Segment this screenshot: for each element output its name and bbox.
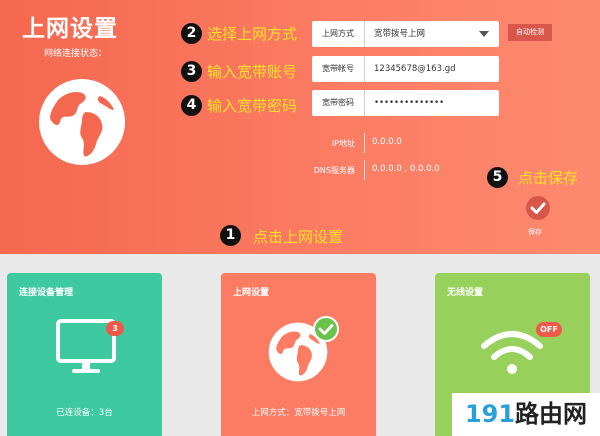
password-label: 宽带密码: [312, 90, 365, 116]
step-2-text: 选择上网方式: [207, 25, 298, 43]
password-value: ••••••••••••••: [374, 98, 445, 108]
step-1-marker: 1: [220, 225, 241, 246]
card-title: 连接设备管理: [19, 288, 74, 298]
check-icon: [530, 202, 546, 214]
account-label: 宽带帐号: [312, 56, 365, 82]
ip-label: IP地址: [331, 139, 355, 148]
check-icon: [313, 316, 339, 346]
chevron-down-icon: [479, 31, 489, 37]
watermark-number: 191: [464, 400, 516, 428]
step-1-text: 点击上网设置: [253, 228, 344, 246]
site-watermark: 191路由网: [452, 393, 600, 436]
ip-value: 0.0.0.0: [372, 137, 402, 147]
save-button[interactable]: [526, 196, 550, 220]
step-2-marker: 2: [181, 23, 202, 44]
dns-divider: [364, 160, 365, 180]
card-footer: 已连设备：3台: [56, 408, 113, 418]
save-label: 保存: [528, 228, 542, 236]
watermark-text: 路由网: [515, 400, 588, 428]
card-title: 无线设置: [447, 288, 484, 298]
step-5-marker: 5: [487, 167, 508, 188]
mode-select[interactable]: 上网方式 宽带拨号上网: [312, 21, 499, 47]
step-4-marker: 4: [181, 95, 202, 116]
internet-settings-panel: 上网设置 网络连接状态： 2 选择上网方式 上网方式 宽带拨号上网 自动检测 3…: [0, 0, 600, 254]
card-internet-settings[interactable]: 上网设置 上网方式：宽带拨号上网: [221, 273, 376, 436]
dns-value: 0.0.0.0 , 0.0.0.0: [372, 164, 440, 174]
globe-icon: [38, 78, 126, 170]
dns-label: DNS服务器: [313, 166, 355, 175]
mode-label: 上网方式: [312, 21, 365, 47]
account-value: 12345678@163.gd: [374, 64, 456, 74]
ip-divider: [364, 133, 365, 153]
card-title: 上网设置: [233, 288, 270, 298]
account-field[interactable]: 宽带帐号 12345678@163.gd: [312, 56, 499, 82]
card-footer: 上网方式：宽带拨号上网: [251, 408, 346, 418]
page-title: 上网设置: [22, 16, 118, 42]
network-status-label: 网络连接状态：: [44, 49, 108, 59]
step-5-text: 点击保存: [518, 169, 579, 187]
auto-detect-button[interactable]: 自动检测: [508, 24, 552, 41]
mode-value: 宽带拨号上网: [374, 29, 426, 39]
card-device-management[interactable]: 连接设备管理 3 已连设备：3台: [7, 273, 162, 436]
wifi-icon: [478, 328, 546, 380]
step-3-text: 输入宽带账号: [207, 63, 298, 81]
step-4-text: 输入宽带密码: [207, 97, 298, 115]
password-field[interactable]: 宽带密码 ••••••••••••••: [312, 90, 499, 116]
step-3-marker: 3: [181, 61, 202, 82]
device-count-badge: 3: [106, 321, 124, 336]
wireless-off-badge: OFF: [536, 322, 562, 337]
